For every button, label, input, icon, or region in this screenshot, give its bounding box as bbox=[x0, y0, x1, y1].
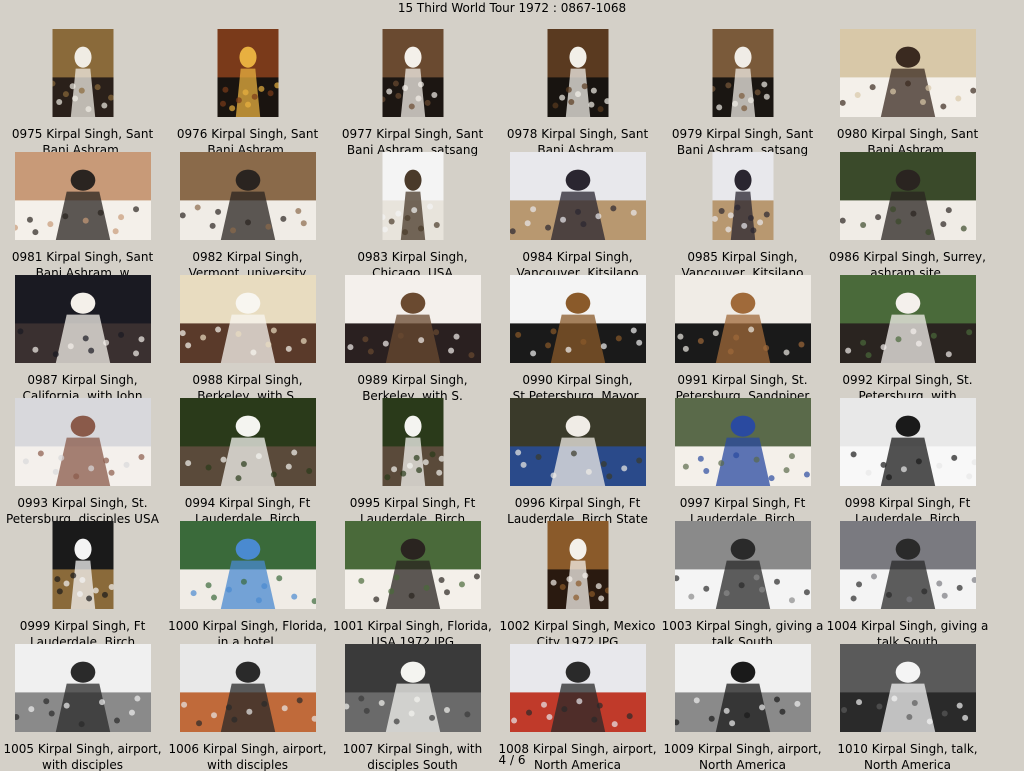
thumbnail-cell[interactable]: 0980 Kirpal Singh, Sant Bani Ashram, bbox=[825, 29, 990, 156]
thumbnail-image[interactable] bbox=[179, 275, 316, 363]
thumbnail-caption[interactable]: 1006 Kirpal Singh, airport, with discipl… bbox=[165, 741, 330, 771]
thumbnail-cell[interactable]: 0993 Kirpal Singh, St. Petersburg, disci… bbox=[0, 398, 165, 525]
thumbnail-image[interactable] bbox=[382, 152, 443, 240]
thumbnail-image[interactable] bbox=[674, 644, 811, 732]
thumbnail-caption[interactable]: 1010 Kirpal Singh, talk, North America bbox=[825, 741, 990, 771]
thumbnail-cell[interactable]: 0990 Kirpal Singh, St.Petersburg, Mayor, bbox=[495, 275, 660, 402]
thumbnail-cell[interactable]: 0994 Kirpal Singh, Ft Lauderdale, Birch bbox=[165, 398, 330, 525]
thumbnail-cell[interactable]: 1006 Kirpal Singh, airport, with discipl… bbox=[165, 644, 330, 771]
thumbnail-image[interactable] bbox=[14, 275, 151, 363]
thumbnail-cell[interactable]: 0998 Kirpal Singh, Ft Lauderdale, Birch bbox=[825, 398, 990, 525]
thumbnail-image[interactable] bbox=[344, 644, 481, 732]
thumbnail-grid: 0975 Kirpal Singh, Sant Bani Ashram, 0976… bbox=[0, 0, 1024, 771]
thumbnail-cell[interactable]: 0989 Kirpal Singh, Berkeley, with S. Kes… bbox=[330, 275, 495, 402]
thumbnail-image[interactable] bbox=[674, 275, 811, 363]
thumbnail-cell[interactable]: 0986 Kirpal Singh, Surrey, ashram site, bbox=[825, 152, 990, 279]
thumbnail-image[interactable] bbox=[14, 398, 151, 486]
thumbnail-cell[interactable]: 1007 Kirpal Singh, with disciples South bbox=[330, 644, 495, 771]
thumbnail-cell[interactable]: 0997 Kirpal Singh, Ft Lauderdale, Birch bbox=[660, 398, 825, 525]
thumbnail-image[interactable] bbox=[382, 29, 443, 117]
thumbnail-image[interactable] bbox=[179, 521, 316, 609]
thumbnail-image[interactable] bbox=[839, 398, 976, 486]
thumbnail-image[interactable] bbox=[179, 398, 316, 486]
thumbnail-cell[interactable]: 0995 Kirpal Singh, Ft Lauderdale, Birch bbox=[330, 398, 495, 525]
thumbnail-cell[interactable]: 0996 Kirpal Singh, Ft Lauderdale, Birch … bbox=[495, 398, 660, 525]
thumbnail-cell[interactable]: 0982 Kirpal Singh, Vermont, university bbox=[165, 152, 330, 279]
thumbnail-cell[interactable]: 0976 Kirpal Singh, Sant Bani Ashram, bbox=[165, 29, 330, 156]
thumbnail-cell[interactable]: 0992 Kirpal Singh, St. Petersburg, with bbox=[825, 275, 990, 402]
thumbnail-image[interactable] bbox=[839, 644, 976, 732]
thumbnail-cell[interactable]: 1001 Kirpal Singh, Florida, USA 1972.JPG bbox=[330, 521, 495, 648]
page-indicator: 4 / 6 bbox=[498, 753, 526, 767]
thumbnail-image[interactable] bbox=[839, 275, 976, 363]
thumbnail-image[interactable] bbox=[547, 29, 608, 117]
thumbnail-image[interactable] bbox=[14, 644, 151, 732]
thumbnail-image[interactable] bbox=[712, 152, 773, 240]
thumbnail-image[interactable] bbox=[674, 398, 811, 486]
thumbnail-cell[interactable]: 0983 Kirpal Singh, Chicago, USA bbox=[330, 152, 495, 279]
thumbnail-image[interactable] bbox=[839, 152, 976, 240]
thumbnail-image[interactable] bbox=[52, 29, 113, 117]
thumbnail-cell[interactable]: 1005 Kirpal Singh, airport, with discipl… bbox=[0, 644, 165, 771]
thumbnail-image[interactable] bbox=[509, 644, 646, 732]
thumbnail-cell[interactable]: 0999 Kirpal Singh, Ft Lauderdale, Birch bbox=[0, 521, 165, 648]
thumbnail-image[interactable] bbox=[344, 275, 481, 363]
thumbnail-cell[interactable]: 0987 Kirpal Singh, California, with John bbox=[0, 275, 165, 402]
thumbnail-image[interactable] bbox=[839, 521, 976, 609]
thumbnail-image[interactable] bbox=[344, 521, 481, 609]
thumbnail-cell[interactable]: 1003 Kirpal Singh, giving a talk South bbox=[660, 521, 825, 648]
thumbnail-image[interactable] bbox=[839, 29, 976, 117]
thumbnail-image[interactable] bbox=[547, 521, 608, 609]
thumbnail-image[interactable] bbox=[52, 521, 113, 609]
thumbnail-cell[interactable]: 1010 Kirpal Singh, talk, North America bbox=[825, 644, 990, 771]
thumbnail-cell[interactable]: 1009 Kirpal Singh, airport, North Americ… bbox=[660, 644, 825, 771]
thumbnail-image[interactable] bbox=[509, 398, 646, 486]
thumbnail-caption[interactable]: 1007 Kirpal Singh, with disciples South bbox=[330, 741, 495, 771]
thumbnail-cell[interactable]: 0991 Kirpal Singh, St. Petersburg, Sandp… bbox=[660, 275, 825, 402]
thumbnail-caption[interactable]: 1005 Kirpal Singh, airport, with discipl… bbox=[0, 741, 165, 771]
thumbnail-image[interactable] bbox=[217, 29, 278, 117]
thumbnail-cell[interactable]: 1000 Kirpal Singh, Florida, in a hotel, bbox=[165, 521, 330, 648]
thumbnail-image[interactable] bbox=[14, 152, 151, 240]
thumbnail-cell[interactable]: 0975 Kirpal Singh, Sant Bani Ashram, bbox=[0, 29, 165, 156]
thumbnail-cell[interactable]: 0978 Kirpal Singh, Sant Bani Ashram, bbox=[495, 29, 660, 156]
thumbnail-image[interactable] bbox=[509, 152, 646, 240]
thumbnail-image[interactable] bbox=[712, 29, 773, 117]
thumbnail-caption[interactable]: 1009 Kirpal Singh, airport, North Americ… bbox=[660, 741, 825, 771]
thumbnail-cell[interactable]: 0988 Kirpal Singh, Berkeley, with S. bbox=[165, 275, 330, 402]
thumbnail-cell[interactable]: 0977 Kirpal Singh, Sant Bani Ashram, sat… bbox=[330, 29, 495, 156]
thumbnail-cell[interactable]: 0985 Kirpal Singh, Vancouver, Kitsilano bbox=[660, 152, 825, 279]
thumbnail-image[interactable] bbox=[179, 152, 316, 240]
thumbnail-cell[interactable]: 0981 Kirpal Singh, Sant Bani Ashram, w bbox=[0, 152, 165, 279]
thumbnail-cell[interactable]: 0984 Kirpal Singh, Vancouver, Kitsilano bbox=[495, 152, 660, 279]
thumbnail-image[interactable] bbox=[179, 644, 316, 732]
thumbnail-image[interactable] bbox=[674, 521, 811, 609]
thumbnail-cell[interactable]: 1004 Kirpal Singh, giving a talk South bbox=[825, 521, 990, 648]
thumbnail-cell[interactable]: 0979 Kirpal Singh, Sant Bani Ashram, sat… bbox=[660, 29, 825, 156]
thumbnail-cell[interactable]: 1002 Kirpal Singh, Mexico City 1972.JPG bbox=[495, 521, 660, 648]
thumbnail-image[interactable] bbox=[509, 275, 646, 363]
thumbnail-image[interactable] bbox=[382, 398, 443, 486]
